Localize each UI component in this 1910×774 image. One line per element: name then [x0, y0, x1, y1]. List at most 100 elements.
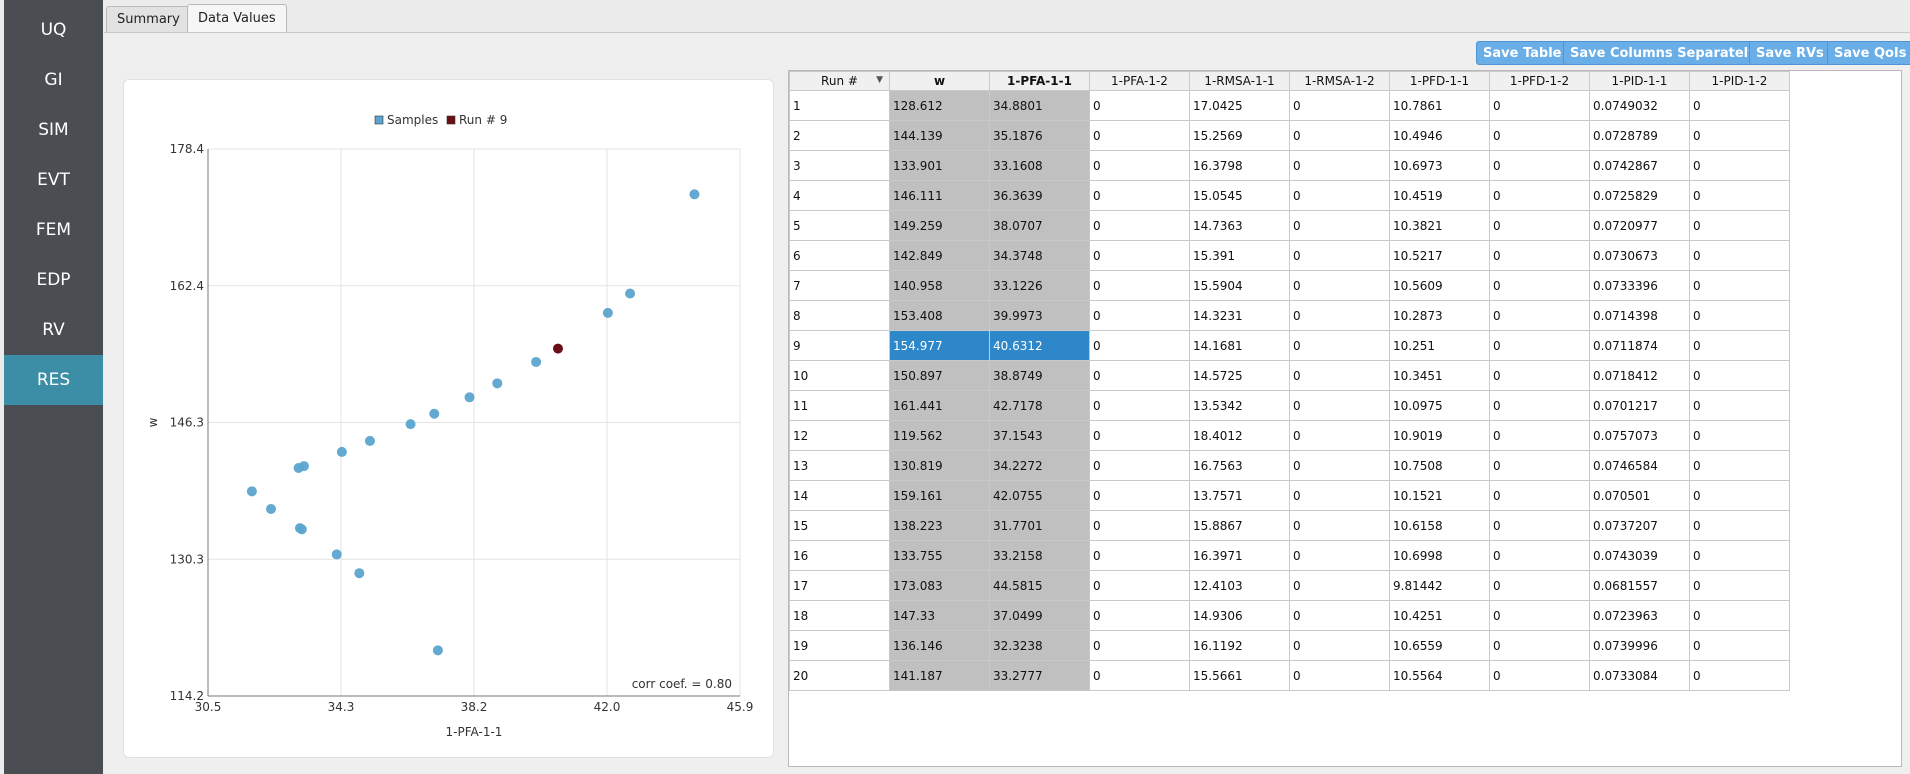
- sample-point[interactable]: [625, 288, 636, 299]
- sample-point[interactable]: [492, 378, 503, 389]
- table-cell[interactable]: 12: [789, 420, 890, 451]
- table-cell[interactable]: 0: [1289, 150, 1390, 181]
- table-row[interactable]: 15 138.223 31.7701 0 15.8867 0 10.6158 0 0.07372…: [789, 510, 1790, 541]
- table-row[interactable]: 11 161.441 42.7178 0 13.5342 0 10.0975 0 0.07012…: [789, 390, 1790, 421]
- table-cell[interactable]: 0: [1489, 150, 1590, 181]
- sample-point[interactable]: [689, 189, 700, 200]
- table-cell[interactable]: 154.977: [889, 330, 990, 361]
- table-cell[interactable]: 0: [1089, 240, 1190, 271]
- sample-point[interactable]: [531, 356, 542, 367]
- table-cell[interactable]: 33.2158: [989, 540, 1090, 571]
- sidebar-item-fem[interactable]: FEM: [4, 205, 103, 255]
- table-cell[interactable]: 146.111: [889, 180, 990, 211]
- table-cell[interactable]: 0: [1489, 540, 1590, 571]
- table-cell[interactable]: 0: [1689, 360, 1790, 391]
- table-cell[interactable]: 0: [1489, 270, 1590, 301]
- table-cell[interactable]: 0.0720977: [1589, 210, 1690, 241]
- sample-point[interactable]: [354, 568, 365, 579]
- table-cell[interactable]: 31.7701: [989, 510, 1090, 541]
- table-cell[interactable]: 38.8749: [989, 360, 1090, 391]
- table-cell[interactable]: 0: [1489, 600, 1590, 631]
- table-row[interactable]: 20 141.187 33.2777 0 15.5661 0 10.5564 0 0.07330…: [789, 660, 1790, 691]
- table-cell[interactable]: 13: [789, 450, 890, 481]
- table-cell[interactable]: 0: [1289, 330, 1390, 361]
- table-cell[interactable]: 0: [1689, 540, 1790, 571]
- table-cell[interactable]: 0.0749032: [1589, 90, 1690, 121]
- sample-point[interactable]: [298, 461, 309, 472]
- table-cell[interactable]: 149.259: [889, 210, 990, 241]
- table-cell[interactable]: 0: [1689, 120, 1790, 151]
- table-cell[interactable]: 15.0545: [1189, 180, 1290, 211]
- sample-point[interactable]: [296, 524, 307, 535]
- table-cell[interactable]: 0: [1289, 390, 1390, 421]
- table-cell[interactable]: 42.7178: [989, 390, 1090, 421]
- table-row[interactable]: 1 128.612 34.8801 0 17.0425 0 10.7861 0 0.074903…: [789, 90, 1790, 121]
- table-cell[interactable]: 17.0425: [1189, 90, 1290, 121]
- table-cell[interactable]: 161.441: [889, 390, 990, 421]
- table-cell[interactable]: 15.2569: [1189, 120, 1290, 151]
- table-cell[interactable]: 10.4519: [1389, 180, 1490, 211]
- table-cell[interactable]: 130.819: [889, 450, 990, 481]
- table-row[interactable]: 2 144.139 35.1876 0 15.2569 0 10.4946 0 0.072878…: [789, 120, 1790, 151]
- table-cell[interactable]: 34.2272: [989, 450, 1090, 481]
- table-cell[interactable]: 8: [789, 300, 890, 331]
- table-cell[interactable]: 0: [1089, 540, 1190, 571]
- table-cell[interactable]: 0: [1489, 120, 1590, 151]
- table-cell[interactable]: 10.2873: [1389, 300, 1490, 331]
- table-cell[interactable]: 10.5564: [1389, 660, 1490, 691]
- table-cell[interactable]: 10.4946: [1389, 120, 1490, 151]
- table-cell[interactable]: 0: [1689, 480, 1790, 511]
- save-columns-separately-button[interactable]: Save Columns Separately: [1563, 41, 1764, 65]
- table-cell[interactable]: 0: [1089, 390, 1190, 421]
- table-cell[interactable]: 0: [1289, 570, 1390, 601]
- table-cell[interactable]: 20: [789, 660, 890, 691]
- table-cell[interactable]: 159.161: [889, 480, 990, 511]
- table-cell[interactable]: 3: [789, 150, 890, 181]
- table-cell[interactable]: 36.3639: [989, 180, 1090, 211]
- table-cell[interactable]: 0: [1689, 330, 1790, 361]
- table-cell[interactable]: 0: [1689, 180, 1790, 211]
- table-cell[interactable]: 0.0743039: [1589, 540, 1690, 571]
- table-cell[interactable]: 0: [1489, 330, 1590, 361]
- table-cell[interactable]: 33.2777: [989, 660, 1090, 691]
- sample-point[interactable]: [405, 419, 416, 430]
- table-cell[interactable]: 0: [1689, 600, 1790, 631]
- table-cell[interactable]: 0: [1289, 630, 1390, 661]
- table-cell[interactable]: 18.4012: [1189, 420, 1290, 451]
- sort-down-icon[interactable]: ▼: [876, 75, 883, 85]
- column-header[interactable]: 1-PID-1-2: [1689, 71, 1790, 91]
- table-row[interactable]: 16 133.755 33.2158 0 16.3971 0 10.6998 0 0.07430…: [789, 540, 1790, 571]
- table-row[interactable]: 4 146.111 36.3639 0 15.0545 0 10.4519 0 0.072582…: [789, 180, 1790, 211]
- table-cell[interactable]: 173.083: [889, 570, 990, 601]
- table-cell[interactable]: 15.8867: [1189, 510, 1290, 541]
- table-cell[interactable]: 0: [1489, 420, 1590, 451]
- table-cell[interactable]: 16.3798: [1189, 150, 1290, 181]
- table-cell[interactable]: 1: [789, 90, 890, 121]
- table-cell[interactable]: 0.0728789: [1589, 120, 1690, 151]
- table-cell[interactable]: 14.3231: [1189, 300, 1290, 331]
- table-cell[interactable]: 0.0711874: [1589, 330, 1690, 361]
- table-cell[interactable]: 0: [1089, 570, 1190, 601]
- table-cell[interactable]: 0: [1289, 480, 1390, 511]
- column-header[interactable]: 1-PFD-1-1: [1389, 71, 1490, 91]
- table-row[interactable]: 13 130.819 34.2272 0 16.7563 0 10.7508 0 0.07465…: [789, 450, 1790, 481]
- table-cell[interactable]: 10.6158: [1389, 510, 1490, 541]
- table-cell[interactable]: 10.3821: [1389, 210, 1490, 241]
- table-cell[interactable]: 10: [789, 360, 890, 391]
- table-cell[interactable]: 10.7508: [1389, 450, 1490, 481]
- table-cell[interactable]: 0: [1089, 660, 1190, 691]
- table-cell[interactable]: 39.9973: [989, 300, 1090, 331]
- table-cell[interactable]: 0.0701217: [1589, 390, 1690, 421]
- table-cell[interactable]: 0: [1289, 660, 1390, 691]
- table-cell[interactable]: 0.0733396: [1589, 270, 1690, 301]
- sidebar-item-rv[interactable]: RV: [4, 305, 103, 355]
- column-header[interactable]: Run # ▼: [789, 71, 890, 91]
- table-cell[interactable]: 142.849: [889, 240, 990, 271]
- sample-point[interactable]: [336, 446, 347, 457]
- table-cell[interactable]: 15.5661: [1189, 660, 1290, 691]
- table-cell[interactable]: 0: [1089, 330, 1190, 361]
- table-cell[interactable]: 140.958: [889, 270, 990, 301]
- table-cell[interactable]: 0: [1489, 390, 1590, 421]
- table-cell[interactable]: 13.7571: [1189, 480, 1290, 511]
- table-cell[interactable]: 0: [1489, 450, 1590, 481]
